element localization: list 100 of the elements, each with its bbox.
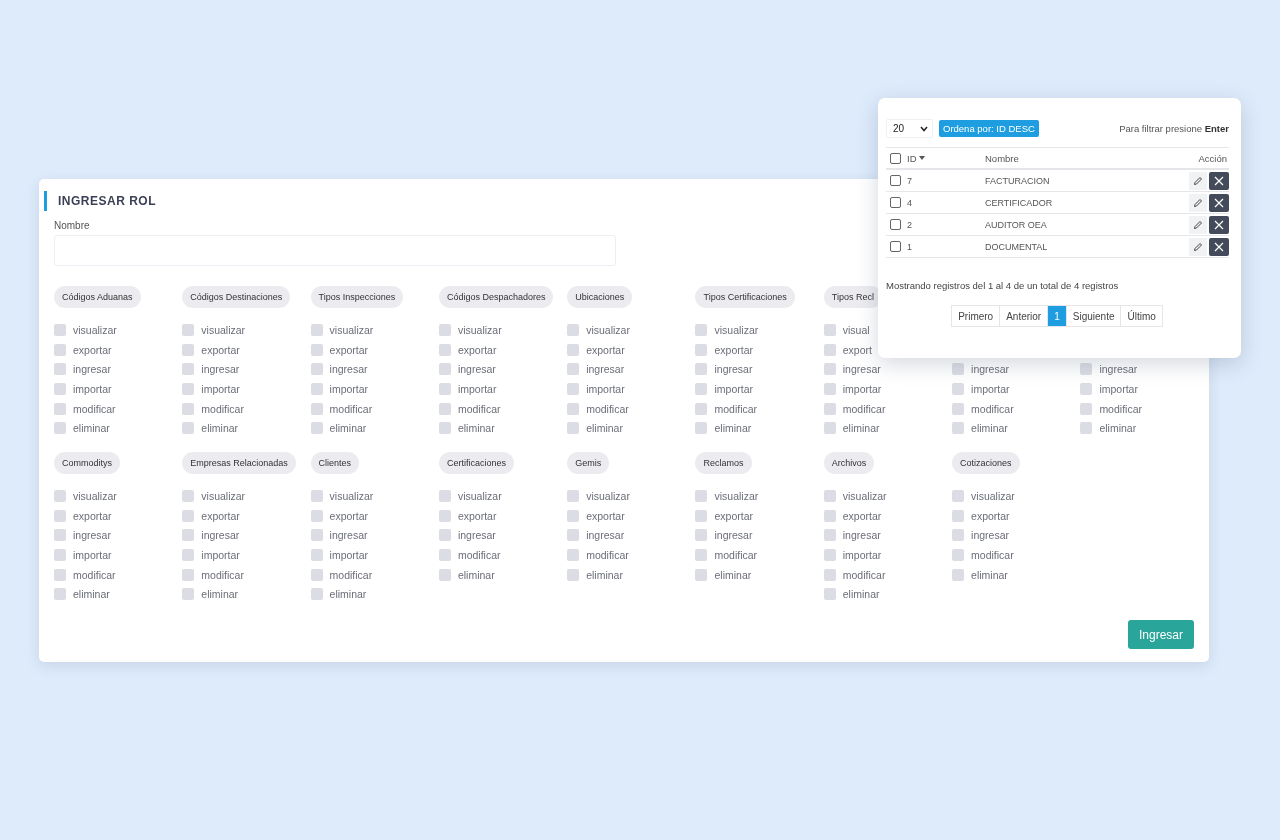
checkbox[interactable] bbox=[1080, 422, 1093, 435]
checkbox[interactable] bbox=[438, 422, 451, 435]
page-button[interactable]: Anterior bbox=[999, 305, 1049, 327]
checkbox[interactable] bbox=[310, 509, 323, 522]
checkbox[interactable] bbox=[1080, 382, 1093, 395]
checkbox[interactable] bbox=[567, 509, 580, 522]
checkbox[interactable] bbox=[310, 343, 323, 356]
checkbox[interactable] bbox=[695, 529, 708, 542]
checkbox[interactable] bbox=[54, 529, 66, 542]
checkbox[interactable] bbox=[438, 323, 451, 336]
checkbox[interactable] bbox=[823, 363, 836, 376]
checkbox[interactable] bbox=[567, 402, 580, 415]
checkbox[interactable] bbox=[182, 402, 195, 415]
checkbox[interactable] bbox=[54, 489, 66, 502]
checkbox[interactable] bbox=[310, 363, 323, 376]
checkbox[interactable] bbox=[952, 529, 965, 542]
checkbox[interactable] bbox=[952, 422, 965, 435]
checkbox[interactable] bbox=[695, 489, 708, 502]
checkbox[interactable] bbox=[54, 363, 66, 376]
select-all-checkbox[interactable] bbox=[890, 152, 901, 164]
checkbox[interactable] bbox=[182, 343, 195, 356]
checkbox[interactable] bbox=[438, 549, 451, 562]
checkbox[interactable] bbox=[695, 343, 708, 356]
row-checkbox[interactable] bbox=[890, 241, 901, 252]
checkbox[interactable] bbox=[952, 509, 965, 522]
checkbox[interactable] bbox=[182, 363, 195, 376]
checkbox[interactable] bbox=[567, 323, 580, 336]
checkbox[interactable] bbox=[182, 509, 195, 522]
checkbox[interactable] bbox=[1080, 402, 1093, 415]
checkbox[interactable] bbox=[54, 568, 66, 581]
delete-button[interactable] bbox=[1209, 215, 1229, 234]
delete-button[interactable] bbox=[1209, 171, 1229, 190]
checkbox[interactable] bbox=[438, 402, 451, 415]
checkbox[interactable] bbox=[952, 382, 965, 395]
checkbox[interactable] bbox=[823, 529, 836, 542]
checkbox[interactable] bbox=[695, 402, 708, 415]
checkbox[interactable] bbox=[182, 489, 195, 502]
checkbox[interactable] bbox=[310, 588, 323, 601]
checkbox[interactable] bbox=[1080, 363, 1093, 376]
checkbox[interactable] bbox=[54, 422, 66, 435]
checkbox[interactable] bbox=[54, 343, 66, 356]
checkbox[interactable] bbox=[54, 382, 66, 395]
page-size-select[interactable]: 20 bbox=[886, 119, 933, 138]
checkbox[interactable] bbox=[54, 549, 66, 562]
checkbox[interactable] bbox=[310, 402, 323, 415]
checkbox[interactable] bbox=[54, 323, 66, 336]
checkbox[interactable] bbox=[182, 382, 195, 395]
page-button[interactable]: Siguiente bbox=[1065, 305, 1122, 327]
checkbox[interactable] bbox=[567, 549, 580, 562]
checkbox[interactable] bbox=[54, 588, 66, 601]
row-checkbox[interactable] bbox=[890, 197, 901, 208]
checkbox[interactable] bbox=[182, 422, 195, 435]
checkbox[interactable] bbox=[823, 549, 836, 562]
checkbox[interactable] bbox=[567, 382, 580, 395]
checkbox[interactable] bbox=[310, 382, 323, 395]
checkbox[interactable] bbox=[182, 588, 195, 601]
checkbox[interactable] bbox=[823, 588, 836, 601]
checkbox[interactable] bbox=[952, 402, 965, 415]
checkbox[interactable] bbox=[438, 382, 451, 395]
checkbox[interactable] bbox=[310, 489, 323, 502]
page-button[interactable]: Último bbox=[1120, 305, 1163, 327]
checkbox[interactable] bbox=[695, 382, 708, 395]
checkbox[interactable] bbox=[823, 422, 836, 435]
checkbox[interactable] bbox=[567, 363, 580, 376]
checkbox[interactable] bbox=[438, 489, 451, 502]
checkbox[interactable] bbox=[952, 568, 965, 581]
checkbox[interactable] bbox=[695, 568, 708, 581]
page-button[interactable]: Primero bbox=[951, 305, 1001, 327]
checkbox[interactable] bbox=[567, 529, 580, 542]
checkbox[interactable] bbox=[438, 509, 451, 522]
checkbox[interactable] bbox=[310, 529, 323, 542]
checkbox[interactable] bbox=[695, 509, 708, 522]
checkbox[interactable] bbox=[310, 568, 323, 581]
checkbox[interactable] bbox=[823, 509, 836, 522]
row-checkbox[interactable] bbox=[890, 219, 901, 230]
checkbox[interactable] bbox=[952, 489, 965, 502]
checkbox[interactable] bbox=[823, 568, 836, 581]
checkbox[interactable] bbox=[567, 489, 580, 502]
checkbox[interactable] bbox=[310, 422, 323, 435]
checkbox[interactable] bbox=[310, 323, 323, 336]
delete-button[interactable] bbox=[1209, 193, 1229, 212]
checkbox[interactable] bbox=[695, 422, 708, 435]
checkbox[interactable] bbox=[54, 509, 66, 522]
checkbox[interactable] bbox=[952, 363, 965, 376]
checkbox[interactable] bbox=[182, 323, 195, 336]
checkbox[interactable] bbox=[438, 568, 451, 581]
checkbox[interactable] bbox=[310, 549, 323, 562]
row-checkbox[interactable] bbox=[890, 175, 901, 186]
checkbox[interactable] bbox=[695, 363, 708, 376]
checkbox[interactable] bbox=[695, 549, 708, 562]
checkbox[interactable] bbox=[823, 343, 836, 356]
checkbox[interactable] bbox=[567, 422, 580, 435]
checkbox[interactable] bbox=[438, 363, 451, 376]
delete-button[interactable] bbox=[1209, 237, 1229, 256]
checkbox[interactable] bbox=[567, 343, 580, 356]
column-header[interactable]: ID bbox=[907, 152, 917, 164]
checkbox[interactable] bbox=[823, 382, 836, 395]
checkbox[interactable] bbox=[438, 343, 451, 356]
checkbox[interactable] bbox=[823, 323, 836, 336]
checkbox[interactable] bbox=[695, 323, 708, 336]
